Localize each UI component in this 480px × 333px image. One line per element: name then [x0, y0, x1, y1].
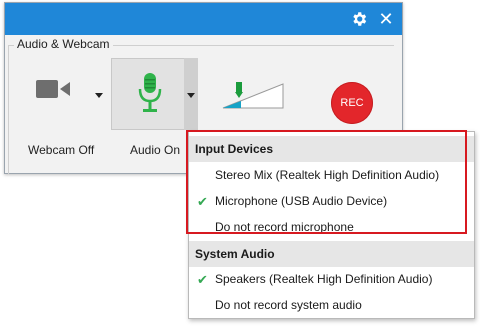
menu-item-speakers[interactable]: ✔ Speakers (Realtek High Definition Audi…: [189, 266, 474, 292]
menu-item-label: Stereo Mix (Realtek High Definition Audi…: [215, 168, 440, 182]
microphone-icon: [138, 73, 162, 112]
audio-device-menu: Input Devices Stereo Mix (Realtek High D…: [188, 131, 475, 319]
webcam-icon: [36, 80, 70, 98]
checkmark-icon: ✔: [197, 272, 208, 287]
audio-label: Audio On: [130, 143, 181, 157]
menu-item-no-system-audio[interactable]: Do not record system audio: [189, 292, 474, 318]
menu-item-microphone[interactable]: ✔ Microphone (USB Audio Device): [189, 188, 474, 214]
close-icon[interactable]: ✕: [376, 9, 396, 29]
menu-item-label: Do not record microphone: [215, 220, 354, 234]
record-button[interactable]: REC: [331, 82, 373, 124]
webcam-toggle[interactable]: [28, 58, 80, 132]
group-label: Audio & Webcam: [14, 37, 113, 51]
checkmark-icon: ✔: [197, 194, 208, 209]
webcam-label: Webcam Off: [28, 143, 95, 157]
gear-icon[interactable]: [349, 9, 369, 29]
system-audio-header: System Audio: [189, 241, 474, 267]
menu-item-label: Microphone (USB Audio Device): [215, 194, 388, 208]
audio-toggle[interactable]: [111, 58, 189, 130]
chevron-down-icon[interactable]: [187, 93, 195, 98]
menu-item-stereo-mix[interactable]: Stereo Mix (Realtek High Definition Audi…: [189, 162, 474, 188]
title-bar: ✕: [5, 3, 402, 35]
menu-item-label: Speakers (Realtek High Definition Audio): [215, 272, 433, 286]
menu-item-label: Do not record system audio: [215, 298, 362, 312]
input-devices-header: Input Devices: [189, 136, 474, 162]
menu-item-no-microphone[interactable]: Do not record microphone: [189, 214, 474, 240]
volume-level-icon[interactable]: [221, 82, 285, 110]
chevron-down-icon[interactable]: [95, 93, 103, 98]
